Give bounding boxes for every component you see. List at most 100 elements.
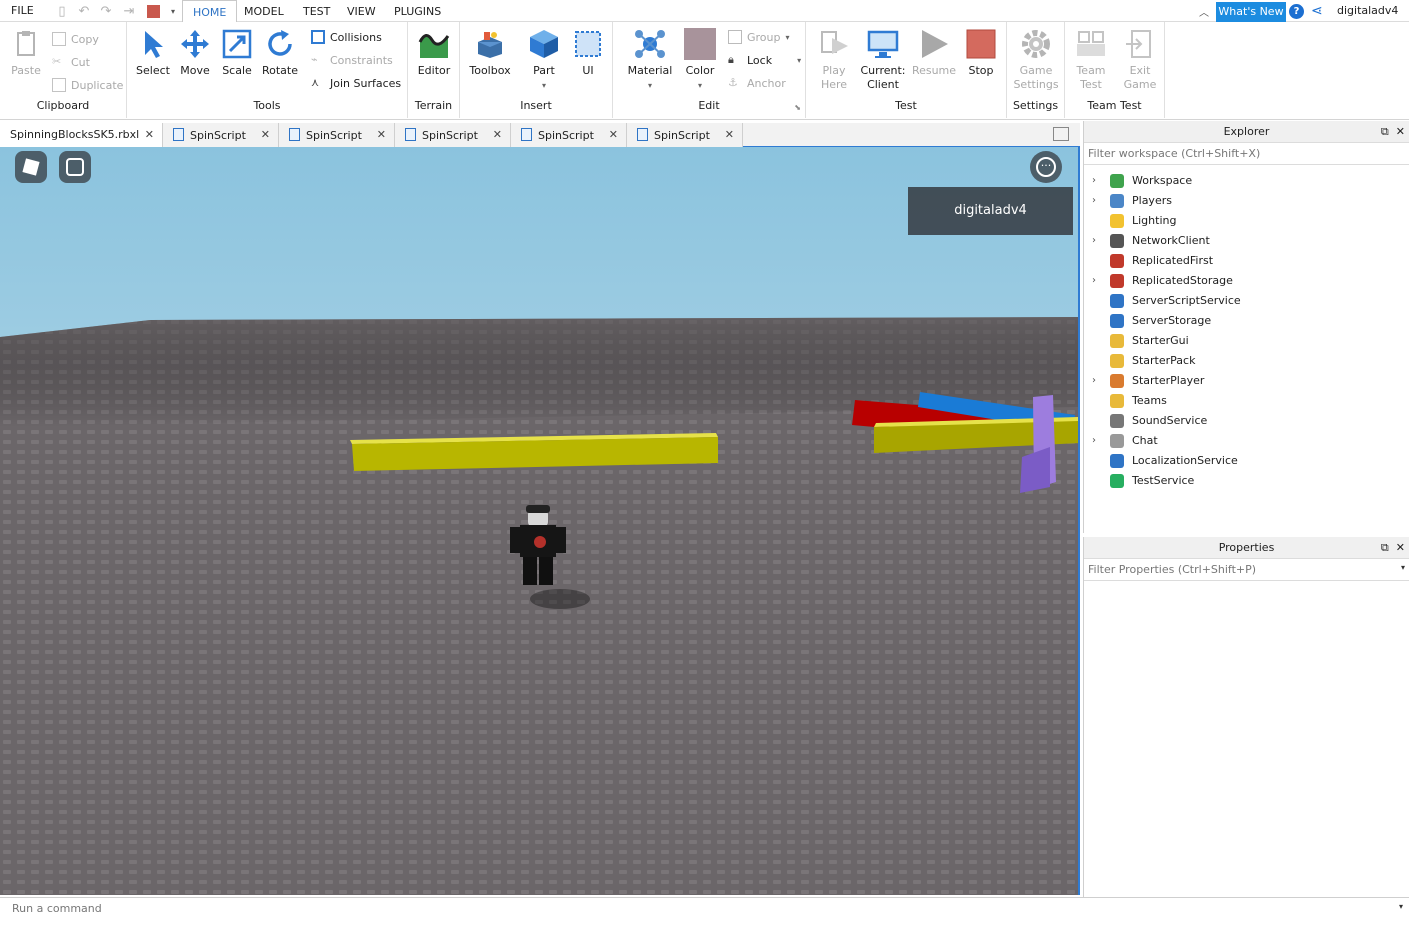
undock-icon[interactable]: ⧉: [1381, 541, 1389, 554]
paste-button[interactable]: Paste: [2, 28, 50, 78]
redo-icon[interactable]: ↷: [98, 3, 114, 19]
help-icon[interactable]: ?: [1289, 4, 1304, 19]
doc-tab-place[interactable]: SpinningBlocksSK5.rbxl ✕: [0, 123, 163, 147]
explorer-filter-input[interactable]: Filter workspace (Ctrl+Shift+X): [1084, 143, 1409, 165]
ui-button[interactable]: UI: [564, 28, 612, 78]
player-list-entry[interactable]: digitaladv4: [908, 187, 1073, 235]
explorer-item[interactable]: › Chat: [1084, 431, 1409, 451]
copy-button[interactable]: Copy: [52, 30, 99, 48]
undo-icon[interactable]: ↶: [76, 3, 92, 19]
layout-toggle-icon[interactable]: [1053, 127, 1069, 141]
move-button[interactable]: Move: [171, 28, 219, 78]
explorer-item[interactable]: Teams: [1084, 391, 1409, 411]
whats-new-button[interactable]: What's New: [1216, 2, 1286, 22]
chevron-right-icon[interactable]: ›: [1092, 431, 1096, 451]
quick-access-dropdown-icon[interactable]: ▾: [165, 3, 181, 19]
resume-button[interactable]: Resume: [910, 28, 958, 78]
user-name[interactable]: digitaladv4: [1337, 4, 1398, 17]
game-settings-button[interactable]: Game Settings: [1012, 28, 1060, 92]
chevron-right-icon[interactable]: ›: [1092, 371, 1096, 391]
explorer-item[interactable]: StarterGui: [1084, 331, 1409, 351]
explorer-item[interactable]: LocalizationService: [1084, 451, 1409, 471]
close-icon[interactable]: ✕: [1396, 541, 1405, 554]
doc-tab-script[interactable]: SpinScript ✕: [627, 123, 743, 147]
explorer-item[interactable]: › Workspace: [1084, 171, 1409, 191]
scale-button[interactable]: Scale: [213, 28, 261, 78]
close-icon[interactable]: ✕: [145, 128, 154, 141]
rotate-button[interactable]: Rotate: [256, 28, 304, 78]
part-button[interactable]: Part ▾: [520, 28, 568, 91]
doc-tab-script[interactable]: SpinScript ✕: [163, 123, 279, 147]
collisions-button[interactable]: Collisions: [311, 28, 382, 46]
close-icon[interactable]: ✕: [1396, 125, 1405, 138]
chevron-down-icon[interactable]: ▾: [1399, 902, 1403, 911]
current-client-button[interactable]: Current: Client: [859, 28, 907, 92]
explorer-item[interactable]: TestService: [1084, 471, 1409, 491]
chevron-right-icon[interactable]: ›: [1092, 271, 1096, 291]
collapse-ribbon-icon[interactable]: ︿: [1199, 4, 1209, 19]
close-icon[interactable]: ✕: [493, 128, 502, 141]
explorer-item[interactable]: ReplicatedFirst: [1084, 251, 1409, 271]
part-dropdown-icon[interactable]: ▾: [542, 81, 546, 90]
chat-toggle-button[interactable]: [59, 151, 91, 183]
tab-home[interactable]: HOME: [182, 0, 238, 23]
menu-file[interactable]: FILE: [11, 4, 34, 17]
game-viewport[interactable]: ··· digitaladv4: [0, 147, 1080, 895]
stop-square-icon[interactable]: [145, 3, 161, 19]
more-options-button[interactable]: ···: [1030, 151, 1062, 183]
material-button[interactable]: Material ▾: [626, 28, 674, 91]
select-button[interactable]: Select: [129, 28, 177, 78]
explorer-item[interactable]: › Players: [1084, 191, 1409, 211]
doc-tab-script[interactable]: SpinScript ✕: [279, 123, 395, 147]
close-icon[interactable]: ✕: [725, 128, 734, 141]
share-icon[interactable]: ⋖: [1311, 3, 1323, 19]
explorer-tree: › Workspace › Players Lighting › NetworkClient…: [1084, 165, 1409, 491]
play-here-button[interactable]: Play Here: [810, 28, 858, 92]
tab-plugins[interactable]: PLUGINS: [384, 0, 451, 22]
chevron-right-icon[interactable]: ›: [1092, 231, 1096, 251]
undock-icon[interactable]: ⧉: [1381, 125, 1389, 138]
lock-button[interactable]: 🔒︎ Lock ▾: [728, 51, 801, 69]
chevron-right-icon[interactable]: ›: [1092, 171, 1096, 191]
close-icon[interactable]: ✕: [261, 128, 270, 141]
color-dropdown-icon[interactable]: ▾: [698, 81, 702, 90]
constraints-button[interactable]: ⌁ Constraints: [311, 51, 393, 69]
stop-button[interactable]: Stop: [957, 28, 1005, 78]
join-surfaces-button[interactable]: ⋏ Join Surfaces: [311, 74, 401, 92]
close-icon[interactable]: ✕: [609, 128, 618, 141]
explorer-item-label: ReplicatedFirst: [1132, 254, 1214, 267]
explorer-item[interactable]: › StarterPlayer: [1084, 371, 1409, 391]
explorer-item[interactable]: ServerStorage: [1084, 311, 1409, 331]
explorer-item[interactable]: SoundService: [1084, 411, 1409, 431]
color-button[interactable]: Color ▾: [676, 28, 724, 91]
insert-group: Toolbox Part ▾ UI Insert: [460, 22, 613, 118]
group-button[interactable]: Group ▾: [728, 28, 790, 46]
chevron-down-icon[interactable]: ▾: [1401, 563, 1405, 572]
edit-settings-expand-icon[interactable]: ⬊: [794, 103, 801, 112]
cut-button[interactable]: ✂ Cut: [52, 53, 90, 71]
command-bar-input[interactable]: Run a command ▾: [0, 897, 1409, 919]
tab-model[interactable]: MODEL: [234, 0, 294, 22]
properties-filter-input[interactable]: Filter Properties (Ctrl+Shift+P) ▾: [1084, 559, 1409, 581]
chevron-right-icon[interactable]: ›: [1092, 191, 1096, 211]
material-dropdown-icon[interactable]: ▾: [648, 81, 652, 90]
explorer-item[interactable]: › ReplicatedStorage: [1084, 271, 1409, 291]
explorer-item[interactable]: ServerScriptService: [1084, 291, 1409, 311]
explorer-item[interactable]: Lighting: [1084, 211, 1409, 231]
tab-test[interactable]: TEST: [293, 0, 340, 22]
new-file-icon[interactable]: ▯: [54, 3, 70, 19]
terrain-editor-button[interactable]: Editor: [410, 28, 458, 78]
explorer-item[interactable]: StarterPack: [1084, 351, 1409, 371]
close-icon[interactable]: ✕: [377, 128, 386, 141]
explorer-item[interactable]: › NetworkClient: [1084, 231, 1409, 251]
anchor-button[interactable]: ⚓︎ Anchor: [728, 74, 786, 92]
doc-tab-script[interactable]: SpinScript ✕: [511, 123, 627, 147]
publish-icon[interactable]: ⇥: [121, 3, 137, 19]
exit-game-button[interactable]: Exit Game: [1116, 28, 1164, 92]
toolbox-button[interactable]: Toolbox: [466, 28, 514, 78]
duplicate-button[interactable]: Duplicate: [52, 76, 123, 94]
roblox-menu-button[interactable]: [15, 151, 47, 183]
team-test-button[interactable]: Team Test: [1067, 28, 1115, 92]
tab-view[interactable]: VIEW: [337, 0, 386, 22]
doc-tab-script[interactable]: SpinScript ✕: [395, 123, 511, 147]
